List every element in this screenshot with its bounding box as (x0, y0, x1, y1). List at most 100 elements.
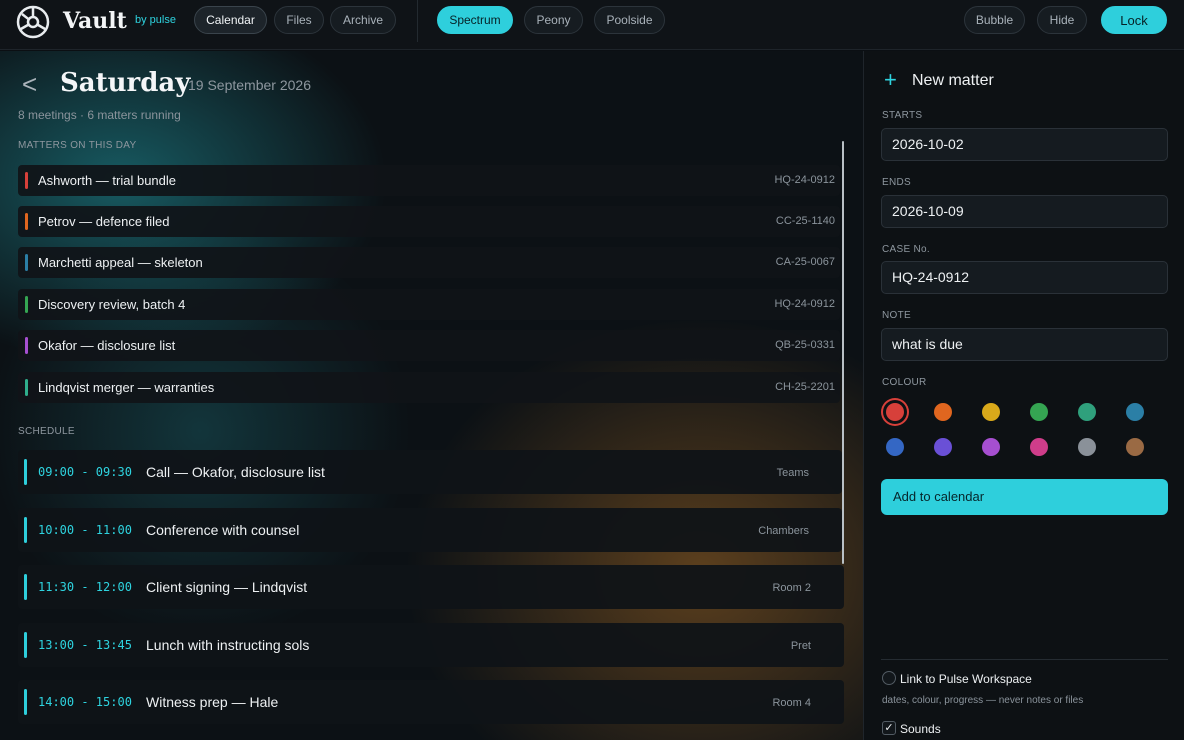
matter-code: CC-25-1140 (775, 215, 835, 227)
colour-swatch[interactable] (886, 438, 904, 456)
matter-colour-bar (25, 172, 28, 189)
matter-code: HQ-24-0912 (774, 174, 835, 186)
nav-files[interactable]: Files (274, 6, 324, 34)
case-label: CASE No. (882, 244, 930, 255)
matter-code: CA-25-0067 (775, 256, 835, 268)
link-workspace-hint: dates, colour, progress — never notes or… (882, 695, 1084, 706)
colour-swatch[interactable] (982, 403, 1000, 421)
colour-swatch[interactable] (1126, 403, 1144, 421)
matter-colour-bar (25, 337, 28, 354)
matter-name: Ashworth — trial bundle (38, 173, 177, 188)
schedule-time: 09:00 - 09:30 (38, 465, 132, 479)
note-label: NOTE (882, 310, 911, 321)
brand-sub: by pulse (135, 14, 176, 26)
schedule-title: Witness prep — Hale (146, 694, 279, 710)
colour-swatch[interactable] (1078, 403, 1096, 421)
theme-peony[interactable]: Peony (524, 6, 583, 34)
lock-button[interactable]: Lock (1101, 6, 1167, 34)
nav-calendar[interactable]: Calendar (194, 6, 267, 34)
matter-name: Discovery review, batch 4 (38, 297, 186, 312)
matter-code: CH-25-2201 (775, 381, 835, 393)
matter-row[interactable]: Marchetti appeal — skeleton CA-25-0067 (18, 247, 840, 278)
schedule-item[interactable]: 09:00 - 09:30 Call — Okafor, disclosure … (18, 450, 842, 494)
theme-poolside[interactable]: Poolside (594, 6, 665, 34)
schedule-title: Lunch with instructing sols (146, 637, 310, 653)
scrollbar[interactable] (842, 141, 844, 564)
day-view: < Saturday 19 September 2026 8 meetings … (0, 51, 863, 740)
matter-row[interactable]: Okafor — disclosure list QB-25-0331 (18, 330, 840, 361)
colour-swatch[interactable] (1126, 438, 1144, 456)
schedule-item[interactable]: 11:30 - 12:00 Client signing — Lindqvist… (18, 565, 844, 609)
nav-archive[interactable]: Archive (330, 6, 396, 34)
note-input[interactable]: what is due (881, 328, 1168, 361)
divider (881, 659, 1168, 660)
matter-colour-bar (25, 296, 28, 313)
starts-input[interactable]: 2026-10-02 (881, 128, 1168, 161)
starts-label: STARTS (882, 110, 923, 121)
matter-row[interactable]: Ashworth — trial bundle HQ-24-0912 (18, 165, 840, 196)
schedule-time: 10:00 - 11:00 (38, 523, 132, 537)
chevron-left-icon[interactable]: < (22, 71, 44, 97)
schedule-section-label: SCHEDULE (18, 426, 75, 437)
schedule-place: Room 4 (772, 697, 811, 709)
schedule-title: Call — Okafor, disclosure list (146, 464, 325, 480)
hide-button[interactable]: Hide (1037, 6, 1087, 34)
divider (417, 0, 418, 42)
schedule-place: Chambers (758, 525, 809, 537)
ends-input[interactable]: 2026-10-09 (881, 195, 1168, 228)
ends-label: ENDS (882, 177, 911, 188)
matter-code: QB-25-0331 (775, 339, 835, 351)
colour-swatch[interactable] (934, 403, 952, 421)
add-to-calendar-button[interactable]: Add to calendar (881, 479, 1168, 515)
brand-name: Vault (63, 8, 127, 34)
colour-swatch[interactable] (886, 403, 904, 421)
schedule-time: 13:00 - 13:45 (38, 638, 132, 652)
schedule-item[interactable]: 10:00 - 11:00 Conference with counsel Ch… (18, 508, 842, 552)
bubble-button[interactable]: Bubble (964, 6, 1025, 34)
plus-icon: + (884, 67, 897, 92)
matter-name: Lindqvist merger — warranties (38, 380, 215, 395)
schedule-accent-bar (24, 632, 27, 658)
vault-logo-icon (16, 5, 50, 39)
matters-section-label: MATTERS ON THIS DAY (18, 140, 137, 151)
day-date: 19 September 2026 (188, 77, 311, 93)
day-title: Saturday (60, 68, 191, 98)
schedule-item[interactable]: 14:00 - 15:00 Witness prep — Hale Room 4 (18, 680, 844, 724)
colour-swatch[interactable] (1030, 438, 1048, 456)
schedule-accent-bar (24, 689, 27, 715)
colour-swatch[interactable] (1078, 438, 1096, 456)
matter-name: Marchetti appeal — skeleton (38, 255, 203, 270)
matter-name: Okafor — disclosure list (38, 338, 176, 353)
matter-row[interactable]: Petrov — defence filed CC-25-1140 (18, 206, 840, 237)
schedule-place: Room 2 (772, 582, 811, 594)
matter-code: HQ-24-0912 (774, 298, 835, 310)
matter-row[interactable]: Lindqvist merger — warranties CH-25-2201 (18, 372, 840, 403)
colour-label: COLOUR (882, 377, 927, 388)
matter-row[interactable]: Discovery review, batch 4 HQ-24-0912 (18, 289, 840, 320)
matter-colour-bar (25, 254, 28, 271)
schedule-place: Pret (790, 640, 811, 652)
panel-title: New matter (912, 72, 994, 89)
schedule-title: Client signing — Lindqvist (146, 579, 308, 595)
matter-colour-bar (25, 213, 28, 230)
matter-colour-bar (25, 379, 28, 396)
sounds-label: Sounds (900, 722, 941, 736)
schedule-title: Conference with counsel (146, 522, 300, 538)
schedule-time: 14:00 - 15:00 (38, 695, 132, 709)
schedule-accent-bar (24, 459, 27, 485)
schedule-item[interactable]: 13:00 - 13:45 Lunch with instructing sol… (18, 623, 844, 667)
theme-spectrum[interactable]: Spectrum (437, 6, 513, 34)
colour-swatch[interactable] (934, 438, 952, 456)
day-summary: 8 meetings · 6 matters running (18, 108, 181, 122)
case-input[interactable]: HQ-24-0912 (881, 261, 1168, 294)
sounds-checkbox[interactable]: ✓ (882, 721, 896, 735)
matter-name: Petrov — defence filed (38, 214, 170, 229)
colour-swatch[interactable] (1030, 403, 1048, 421)
link-workspace-label: Link to Pulse Workspace (900, 672, 1032, 686)
colour-swatch[interactable] (982, 438, 1000, 456)
new-matter-panel: + New matter STARTS 2026-10-02 ENDS 2026… (863, 51, 1184, 740)
top-bar: Vault by pulse Calendar Files Archive Sp… (0, 0, 1184, 50)
schedule-accent-bar (24, 574, 27, 600)
schedule-time: 11:30 - 12:00 (38, 580, 132, 594)
link-workspace-toggle[interactable] (882, 671, 896, 685)
